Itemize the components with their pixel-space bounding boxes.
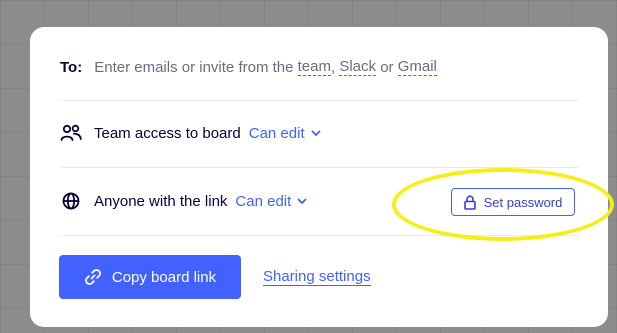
team-access-dropdown[interactable]: Can edit (249, 125, 321, 142)
set-password-button[interactable]: Set password (451, 188, 575, 216)
sharing-settings-link[interactable]: Sharing settings (263, 268, 371, 286)
team-access-value: Can edit (248, 124, 305, 142)
copy-board-link-label: Copy board link (111, 268, 217, 286)
copy-board-link-button[interactable]: Copy board link (59, 255, 241, 299)
lock-icon (463, 194, 476, 210)
or-separator: or (380, 58, 394, 76)
divider (60, 235, 578, 236)
share-dialog: To: Enter emails or invite from the team… (30, 27, 608, 327)
invite-row[interactable]: To: Enter emails or invite from the team… (60, 55, 578, 79)
link-icon (84, 268, 102, 286)
team-invite-link[interactable]: team (297, 58, 331, 76)
divider (60, 167, 578, 168)
team-users-icon (60, 122, 82, 144)
team-access-row: Team access to board Can edit (60, 121, 578, 145)
chevron-down-icon (311, 130, 321, 137)
team-access-label: Team access to board (94, 124, 241, 142)
divider (60, 100, 578, 101)
link-access-dropdown[interactable]: Can edit (235, 193, 307, 210)
gmail-invite-link[interactable]: Gmail (397, 58, 437, 76)
invite-placeholder: Enter emails or invite from the (94, 58, 294, 76)
link-access-label: Anyone with the link (94, 192, 228, 210)
set-password-label: Set password (483, 194, 563, 210)
to-label: To: (60, 58, 83, 76)
globe-icon (60, 190, 82, 212)
link-access-value: Can edit (235, 192, 292, 210)
slack-invite-link[interactable]: Slack (339, 58, 377, 76)
chevron-down-icon (297, 198, 307, 205)
